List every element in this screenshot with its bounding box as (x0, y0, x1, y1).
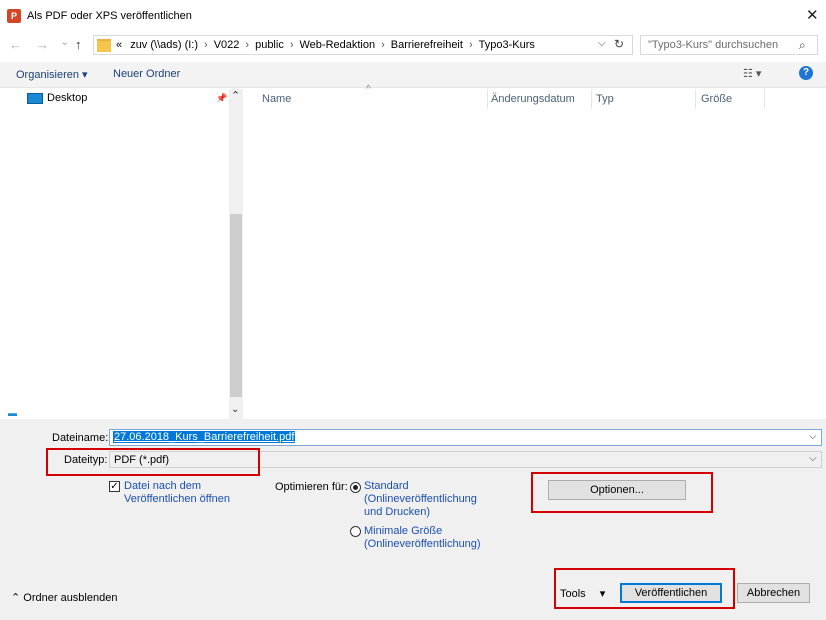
filetype-dropdown-chevron-icon[interactable]: ⌵ (809, 453, 817, 464)
optimize-label: Optimieren für: (275, 481, 348, 493)
chevron-up-icon: ⌃ (11, 592, 24, 604)
highlight-filetype (46, 448, 260, 476)
search-icon[interactable]: ⌕ (799, 38, 806, 53)
monitor-icon (27, 93, 43, 104)
recent-locations-chevron-icon[interactable]: ⌄ (60, 35, 69, 48)
powerpoint-icon: P (7, 9, 21, 23)
window-title: Als PDF oder XPS veröffentlichen (27, 10, 192, 22)
scrollbar-thumb[interactable] (230, 214, 242, 397)
address-dropdown-chevron-icon[interactable]: ⌵ (598, 38, 606, 49)
scroll-down-icon[interactable]: ⌄ (231, 404, 239, 415)
network-icon: ▬ (8, 408, 17, 418)
open-after-publish-label[interactable]: Datei nach dem Veröffentlichen öffnen (124, 480, 244, 506)
breadcrumb-item[interactable]: zuv (\\ads) (I:) (130, 39, 198, 51)
cancel-button[interactable]: Abbrechen (737, 583, 810, 603)
help-icon[interactable]: ? (799, 66, 813, 80)
pin-icon[interactable]: 📌 (216, 93, 227, 104)
address-bar[interactable]: « zuv (\\ads) (I:) › V022 › public › Web-Redak… (93, 35, 633, 55)
optimize-minimal-radio[interactable] (350, 526, 361, 537)
breadcrumb-overflow[interactable]: « (116, 39, 122, 51)
navigation-pane (0, 88, 245, 418)
search-placeholder: "Typo3-Kurs" durchsuchen (648, 39, 779, 51)
filename-label: Dateiname: (52, 432, 109, 444)
column-divider[interactable] (764, 89, 765, 109)
forward-button[interactable]: → (36, 37, 49, 52)
column-divider[interactable] (695, 89, 696, 109)
filename-dropdown-chevron-icon[interactable]: ⌵ (809, 431, 817, 442)
breadcrumb-item[interactable]: V022 (214, 39, 240, 51)
filename-value: 27.06.2018_Kurs_Barrierefreiheit.pdf (113, 431, 296, 443)
title-bar: P Als PDF oder XPS veröffentlichen ✕ (0, 0, 826, 32)
open-after-publish-checkbox[interactable]: ✓ (109, 481, 120, 492)
hide-folders-label: Ordner ausblenden (23, 592, 118, 604)
up-button[interactable]: ↑ (75, 37, 82, 52)
organize-menu-button[interactable]: Organisieren ▾ (16, 68, 88, 81)
folder-icon (97, 39, 111, 52)
hide-folders-button[interactable]: ⌃ Ordner ausblenden (11, 591, 117, 604)
breadcrumb-item[interactable]: Barrierefreiheit (391, 39, 463, 51)
breadcrumb-item[interactable]: Web-Redaktion (300, 39, 376, 51)
column-header-name[interactable]: Name (262, 93, 291, 105)
file-list[interactable] (247, 110, 826, 418)
filename-input[interactable]: 27.06.2018_Kurs_Barrierefreiheit.pdf ⌵ (109, 429, 822, 446)
command-bar: Organisieren ▾ Neuer Ordner ☷ ▾ ? (0, 62, 826, 88)
back-button[interactable]: ← (9, 37, 22, 52)
column-divider[interactable] (487, 89, 488, 109)
optimize-standard-radio[interactable] (350, 482, 361, 493)
column-header-modified[interactable]: Änderungsdatum (491, 93, 575, 105)
sort-ascending-icon: ^ (366, 84, 371, 95)
optimize-standard-label[interactable]: Standard (Onlineveröffentlichung und Dru… (364, 480, 477, 519)
breadcrumb: « zuv (\\ads) (I:) › V022 › public › Web-Redak… (116, 39, 535, 51)
column-header-type[interactable]: Typ (596, 93, 614, 105)
nav-item-desktop[interactable]: Desktop (47, 92, 87, 104)
view-options-icon[interactable]: ☷ ▾ (743, 67, 761, 80)
optimize-minimal-label[interactable]: Minimale Größe (Onlineveröffentlichung) (364, 525, 481, 551)
refresh-icon[interactable]: ↻ (614, 37, 624, 51)
new-folder-button[interactable]: Neuer Ordner (113, 68, 180, 80)
scroll-up-icon[interactable]: ⌃ (231, 89, 240, 102)
close-icon[interactable]: ✕ (806, 6, 819, 24)
highlight-options (531, 472, 713, 513)
column-header-size[interactable]: Größe (701, 93, 732, 105)
column-divider[interactable] (591, 89, 592, 109)
breadcrumb-item[interactable]: Typo3-Kurs (479, 39, 535, 51)
search-input[interactable]: "Typo3-Kurs" durchsuchen ⌕ (640, 35, 818, 55)
highlight-publish (554, 568, 735, 609)
breadcrumb-item[interactable]: public (255, 39, 284, 51)
